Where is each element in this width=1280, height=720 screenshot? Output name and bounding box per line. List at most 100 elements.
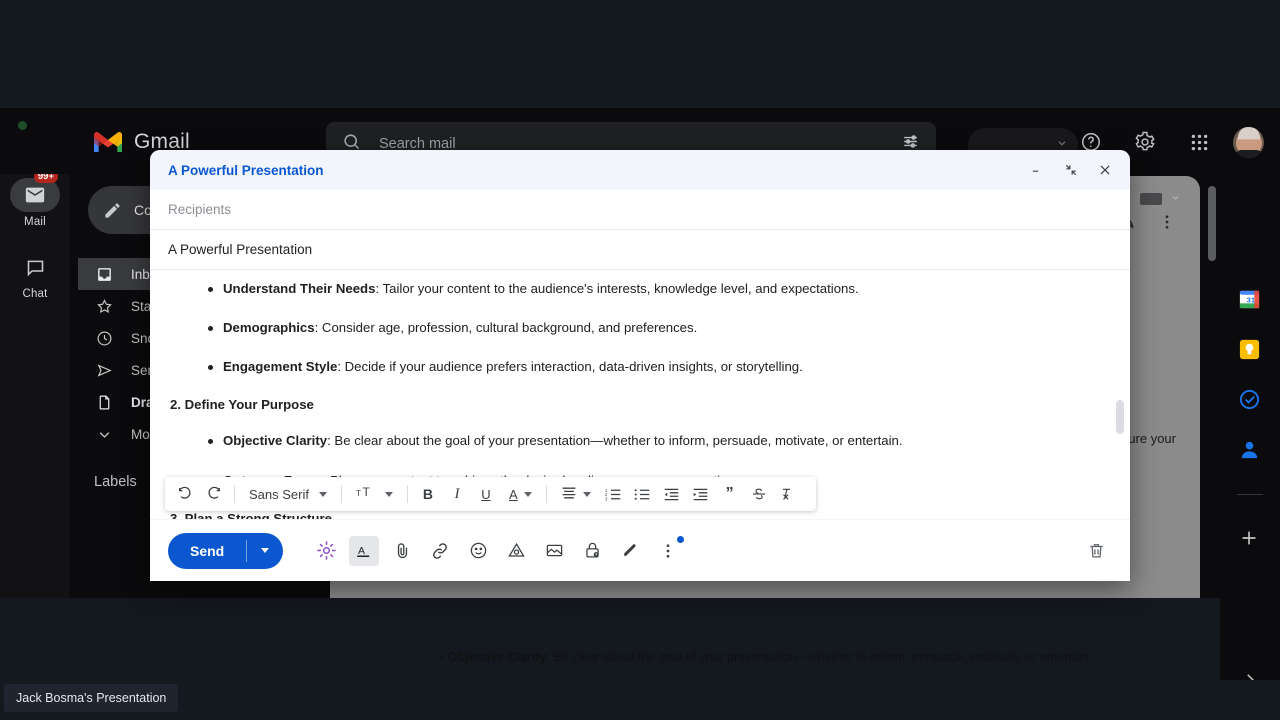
svg-text:T: T — [363, 486, 370, 499]
confidential-mode-icon[interactable] — [577, 536, 607, 566]
gemini-sparkle-icon[interactable] — [311, 536, 341, 566]
chevron-down-icon — [318, 491, 327, 497]
bullet-rest: : Consider age, profession, cultural bac… — [314, 320, 698, 336]
font-family-value: Sans Serif — [249, 486, 309, 502]
bullet-lead: Demographics — [223, 320, 315, 336]
rail-item-chat[interactable]: Chat — [0, 250, 70, 300]
app-rail: 99+ Mail Chat — [0, 108, 70, 598]
rail-item-mail-label: Mail — [24, 216, 46, 228]
align-button[interactable] — [553, 480, 599, 508]
remove-formatting-icon[interactable] — [774, 480, 802, 508]
recipients-placeholder: Recipients — [168, 202, 232, 217]
svg-text:A: A — [358, 545, 365, 557]
send-options-caret[interactable] — [247, 548, 283, 553]
insert-emoji-icon[interactable] — [463, 536, 493, 566]
screen: 99+ Mail Chat Compose Inbox — [0, 0, 1280, 720]
italic-button[interactable]: I — [443, 480, 471, 508]
font-size-select[interactable]: TT — [348, 480, 401, 508]
reading-pane-scrollbar[interactable] — [1208, 186, 1216, 261]
body-bullet: Engagement Style: Decide if your audienc… — [168, 358, 1106, 375]
toolbar-divider — [406, 485, 408, 503]
underline-button[interactable]: U — [472, 480, 500, 508]
draft-icon — [99, 395, 110, 409]
recipients-field[interactable]: Recipients — [150, 190, 1130, 230]
more-options-icon[interactable] — [653, 535, 685, 566]
taskbar-item[interactable]: Jack Bosma's Presentation — [4, 684, 179, 712]
chevron-down-icon — [1170, 190, 1181, 208]
google-contacts-icon[interactable] — [1238, 438, 1262, 462]
body-bullet: Objective Clarity: Be clear about the go… — [168, 432, 1106, 449]
compose-tool-icons: A — [311, 535, 685, 566]
apps-grid-icon[interactable] — [1179, 122, 1219, 162]
exit-full-screen-icon[interactable] — [1058, 157, 1084, 183]
thread-clipped-rest: : Be clear about the goal of your presen… — [546, 650, 1092, 664]
bullet-rest: : Tailor your content to the audience's … — [375, 281, 859, 296]
labels-header: Labels — [94, 474, 137, 490]
subject-value: A Powerful Presentation — [168, 242, 313, 257]
toolbar-divider — [234, 485, 235, 503]
text-color-button[interactable]: A — [501, 480, 540, 508]
indent-more-icon[interactable] — [687, 480, 715, 508]
google-calendar-icon[interactable]: 31 — [1238, 288, 1262, 312]
bullet-lead: Understand Their Needs — [223, 281, 376, 296]
bullet-dot-icon — [208, 326, 213, 332]
close-icon[interactable] — [1092, 157, 1118, 183]
discard-draft-icon[interactable] — [1080, 535, 1112, 567]
signature-icon[interactable] — [615, 536, 645, 566]
insert-drive-icon[interactable] — [501, 536, 531, 566]
bullet-dot-icon — [208, 365, 213, 371]
redo-icon[interactable] — [200, 480, 228, 508]
chevron-down-icon — [99, 431, 110, 438]
gear-icon[interactable] — [1125, 122, 1165, 162]
minimize-icon[interactable] — [1024, 157, 1050, 183]
send-button[interactable]: Send — [168, 532, 284, 569]
align-icon — [561, 486, 577, 503]
avatar[interactable] — [1233, 126, 1264, 158]
more-vertical-icon[interactable] — [1158, 213, 1176, 236]
font-family-select[interactable]: Sans Serif — [241, 480, 335, 508]
toolbar-select-chip[interactable] — [1140, 190, 1181, 208]
chevron-down-icon — [582, 491, 591, 497]
send-button-label: Send — [190, 542, 225, 559]
compose-body-scrollbar[interactable] — [1116, 400, 1124, 434]
bullet-dot-icon — [208, 439, 213, 445]
svg-text:31: 31 — [1247, 295, 1256, 304]
insert-photo-icon[interactable] — [539, 536, 569, 566]
undo-icon[interactable] — [171, 480, 199, 508]
add-addon-button[interactable] — [1238, 527, 1262, 551]
rail-item-mail[interactable]: 99+ Mail — [0, 170, 70, 228]
more-options-badge — [677, 535, 685, 543]
insert-link-icon[interactable] — [425, 536, 455, 566]
addon-divider — [1237, 494, 1263, 495]
bold-button[interactable]: B — [414, 480, 442, 508]
indent-less-icon[interactable] — [658, 480, 686, 508]
bullet-rest: : Be clear about the goal of your presen… — [327, 433, 903, 449]
gmail-m-icon — [94, 132, 122, 152]
body-bullet: Demographics: Consider age, profession, … — [168, 319, 1106, 336]
bullet-lead: Objective Clarity — [223, 433, 328, 449]
thread-clipped-line: • Objective Clarity: Be clear about the … — [440, 650, 1092, 664]
star-icon — [97, 298, 112, 313]
svg-text:T: T — [356, 489, 361, 498]
text-color-letter: A — [508, 486, 518, 502]
thread-clipped-lead: Objective Clarity — [447, 650, 547, 664]
numbered-list-icon[interactable]: 123 — [600, 480, 628, 508]
chevron-down-icon — [523, 491, 532, 497]
inbox-icon — [98, 267, 111, 281]
formatting-options-icon[interactable]: A — [349, 535, 380, 566]
status-dot — [18, 121, 27, 130]
bullet-rest: : Decide if your audience prefers intera… — [337, 359, 803, 375]
body-bullet: Understand Their Needs: Tailor your cont… — [168, 280, 1106, 297]
attach-file-icon[interactable] — [387, 536, 417, 566]
strikethrough-button[interactable] — [745, 480, 773, 508]
bulleted-list-icon[interactable] — [629, 480, 657, 508]
formatting-toolbar: Sans Serif TT B I U A 1 2 3 ” — [165, 477, 816, 511]
google-tasks-icon[interactable] — [1238, 388, 1262, 412]
quote-button[interactable]: ” — [716, 480, 744, 508]
subject-field[interactable]: A Powerful Presentation — [150, 230, 1130, 270]
google-keep-icon[interactable] — [1238, 338, 1262, 362]
thread-visible-text: ure your — [1128, 431, 1176, 446]
send-icon — [97, 363, 112, 377]
compose-action-bar: Send A — [150, 519, 1130, 581]
select-checkbox-icon — [1140, 193, 1162, 205]
